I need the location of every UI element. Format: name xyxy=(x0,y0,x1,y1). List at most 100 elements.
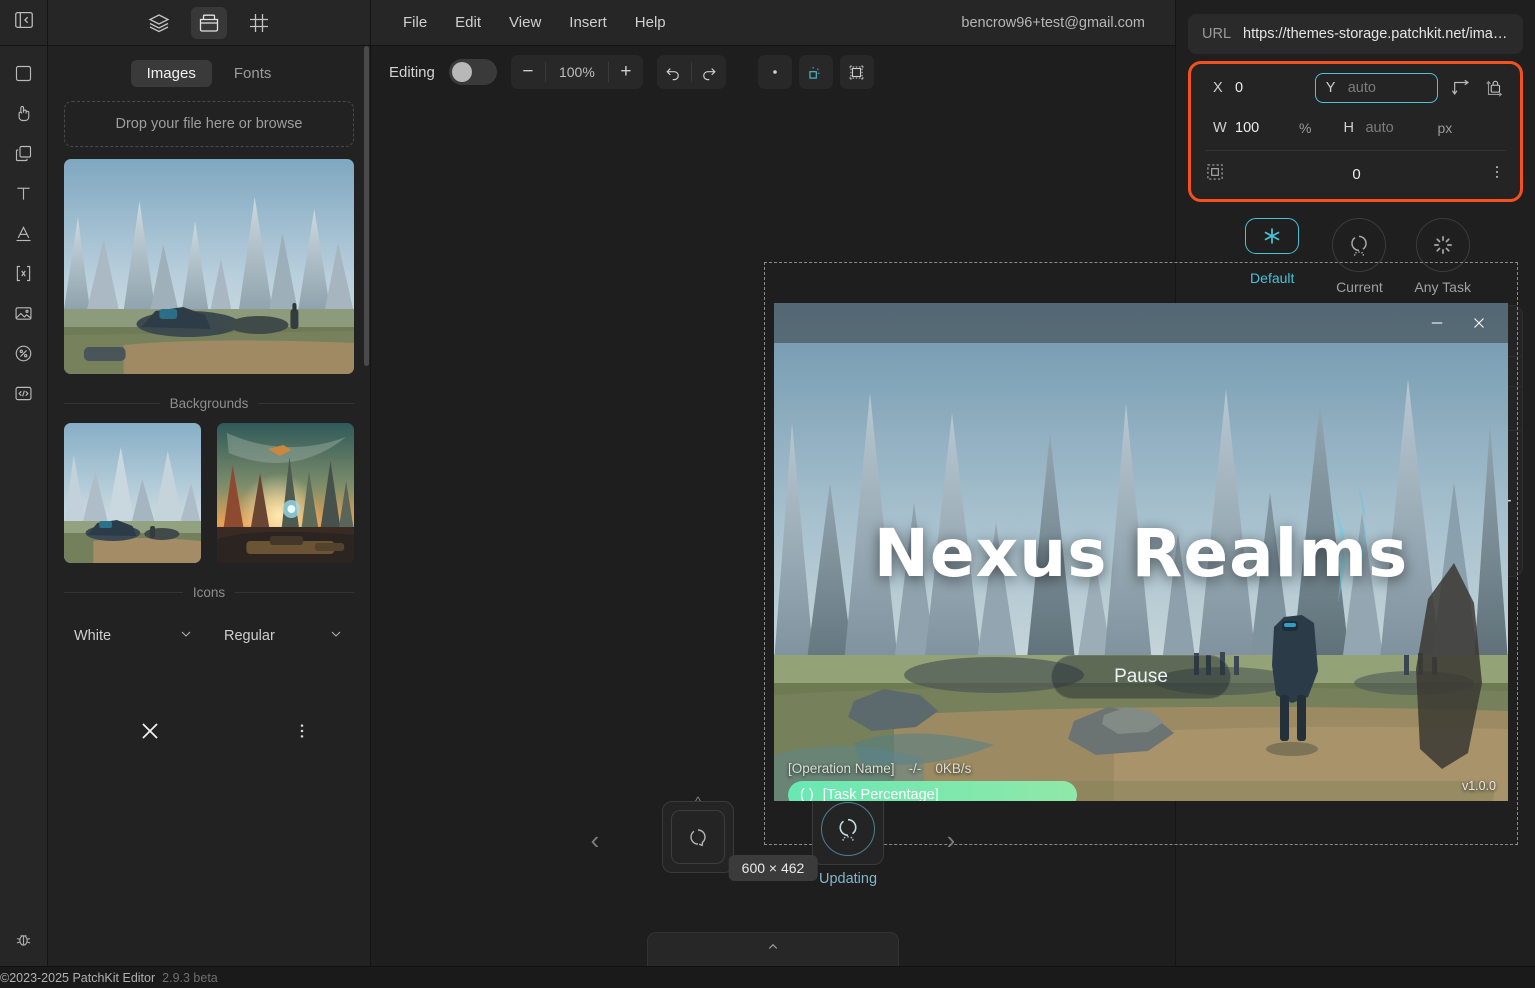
bug-report-button[interactable] xyxy=(7,922,41,966)
menu-help[interactable]: Help xyxy=(621,9,680,36)
code-tool[interactable] xyxy=(7,376,41,410)
menu-view[interactable]: View xyxy=(495,9,555,36)
w-label: W xyxy=(1213,120,1227,136)
assets-scrollbar[interactable] xyxy=(364,46,369,366)
file-dropzone[interactable]: Drop your file here or browse xyxy=(64,101,354,147)
close-icon[interactable] xyxy=(1462,308,1496,338)
icon-color-value: White xyxy=(74,628,112,644)
toggle-knob xyxy=(451,62,472,82)
tab-fonts[interactable]: Fonts xyxy=(218,60,288,87)
x-label: X xyxy=(1213,80,1223,96)
variable-tool[interactable] xyxy=(7,256,41,290)
font-tool[interactable] xyxy=(7,216,41,250)
game-title: Nexus Realms xyxy=(873,515,1409,592)
asset-thumbnail-main[interactable] xyxy=(64,159,354,374)
close-x-icon[interactable] xyxy=(130,711,170,751)
bug-icon[interactable] xyxy=(7,922,41,956)
game-window-preview[interactable]: Nexus Realms Pause [Operation Name] -/- … xyxy=(774,303,1508,801)
refresh-spinner-icon xyxy=(821,802,875,856)
state-prev-arrow[interactable]: ‹ xyxy=(567,812,623,868)
task-percentage: [Task Percentage] xyxy=(822,787,939,801)
text-tool[interactable] xyxy=(7,176,41,210)
undo-icon[interactable] xyxy=(657,55,691,89)
chevron-up-icon: ^ xyxy=(695,794,701,808)
zoom-value[interactable]: 100% xyxy=(546,55,608,89)
status-footer: ©2023-2025 PatchKit Editor 2.9.3 beta xyxy=(0,966,1535,988)
icon-color-select[interactable]: White xyxy=(64,618,204,654)
state-prev[interactable]: ^ xyxy=(662,794,734,873)
assets-folder-icon[interactable] xyxy=(191,6,227,39)
state-updating[interactable]: ^ xyxy=(812,786,884,865)
minimize-icon[interactable] xyxy=(1420,308,1454,338)
progress-bar: ( ) [Task Percentage] xyxy=(788,781,1494,801)
h-placeholder: auto xyxy=(1365,120,1394,136)
redo-icon[interactable] xyxy=(692,55,726,89)
left-tool-rail xyxy=(0,0,48,966)
operation-progress: -/- xyxy=(908,761,922,776)
tab-images[interactable]: Images xyxy=(130,60,212,87)
app-version-overlay: v1.0.0 xyxy=(1461,779,1496,793)
background-thumb-2[interactable] xyxy=(217,423,354,563)
app-root: Images Fonts Drop your file here or brow… xyxy=(0,0,1535,988)
more-vertical-icon[interactable] xyxy=(1488,163,1506,186)
grid-select-icon[interactable] xyxy=(839,55,874,89)
canvas-toolbar: Editing − 100% + xyxy=(371,46,1175,98)
geometry-row-padding: 0 xyxy=(1193,153,1518,195)
panel-collapse-button[interactable] xyxy=(0,0,47,46)
dot-icon[interactable] xyxy=(757,55,792,89)
bottom-panel-handle[interactable] xyxy=(647,932,899,966)
geometry-row-wh: W 100 % H auto px xyxy=(1193,108,1518,148)
menu-insert[interactable]: Insert xyxy=(555,9,621,36)
menu-file[interactable]: File xyxy=(389,9,441,36)
operation-speed: 0KB/s xyxy=(935,761,972,776)
rectangle-tool[interactable] xyxy=(7,56,41,90)
asset-action-row xyxy=(48,654,370,774)
pause-button[interactable]: Pause xyxy=(1051,655,1231,699)
assets-panel: Images Fonts Drop your file here or brow… xyxy=(48,0,371,966)
backgrounds-section-label: Backgrounds xyxy=(64,396,354,411)
body-row: Images Fonts Drop your file here or brow… xyxy=(0,0,1535,966)
duplicate-tool[interactable] xyxy=(7,136,41,170)
pointer-tool[interactable] xyxy=(7,96,41,130)
w-unit: % xyxy=(1299,120,1312,136)
canvas-stage: Editing − 100% + Nexus Realms Pause [Ope… xyxy=(371,46,1518,966)
asterisk-icon xyxy=(1245,218,1300,254)
percent-tool[interactable] xyxy=(7,336,41,370)
account-email[interactable]: bencrow96+test@gmail.com xyxy=(961,15,1157,31)
history-control xyxy=(656,55,726,89)
asset-tabs: Images Fonts xyxy=(48,46,370,97)
chevron-down-icon xyxy=(328,626,344,646)
corner-arrow-icon[interactable] xyxy=(1448,73,1476,103)
state-next-arrow[interactable]: › xyxy=(923,812,979,868)
background-thumb-1[interactable] xyxy=(64,423,201,563)
padding-value[interactable]: 0 xyxy=(1225,166,1488,183)
aspect-lock-icon[interactable] xyxy=(1480,73,1508,103)
url-label: URL xyxy=(1202,26,1232,42)
zoom-control: − 100% + xyxy=(510,55,643,89)
padding-box-icon[interactable] xyxy=(1205,162,1225,187)
backgrounds-grid xyxy=(48,423,370,563)
canvas-viewport[interactable]: Nexus Realms Pause [Operation Name] -/- … xyxy=(371,98,1518,966)
image-tool[interactable] xyxy=(7,296,41,330)
menu-edit[interactable]: Edit xyxy=(441,9,495,36)
operation-name: [Operation Name] xyxy=(788,761,895,776)
dimensions-badge: 600 × 462 xyxy=(728,855,818,881)
refresh-icon xyxy=(671,810,725,864)
zoom-out-button[interactable]: − xyxy=(511,55,545,89)
more-vertical-icon[interactable] xyxy=(282,711,322,751)
y-field[interactable]: Y auto xyxy=(1314,73,1438,103)
h-field[interactable]: H auto xyxy=(1333,114,1425,142)
zoom-in-button[interactable]: + xyxy=(609,55,643,89)
url-field[interactable]: URL https://themes-storage.patchkit.net/… xyxy=(1188,14,1523,54)
icon-style-select[interactable]: Regular xyxy=(214,618,354,654)
snap-corner-icon[interactable] xyxy=(798,55,833,89)
h-unit: px xyxy=(1437,120,1453,136)
frame-icon[interactable] xyxy=(241,7,277,39)
x-field[interactable]: X 0 xyxy=(1203,74,1315,102)
chevron-up-icon xyxy=(764,938,782,961)
w-field[interactable]: W 100 xyxy=(1203,114,1299,142)
editing-toggle[interactable] xyxy=(448,59,497,85)
h-label: H xyxy=(1343,120,1354,136)
layers-icon[interactable] xyxy=(141,7,177,39)
y-placeholder: auto xyxy=(1347,80,1376,96)
